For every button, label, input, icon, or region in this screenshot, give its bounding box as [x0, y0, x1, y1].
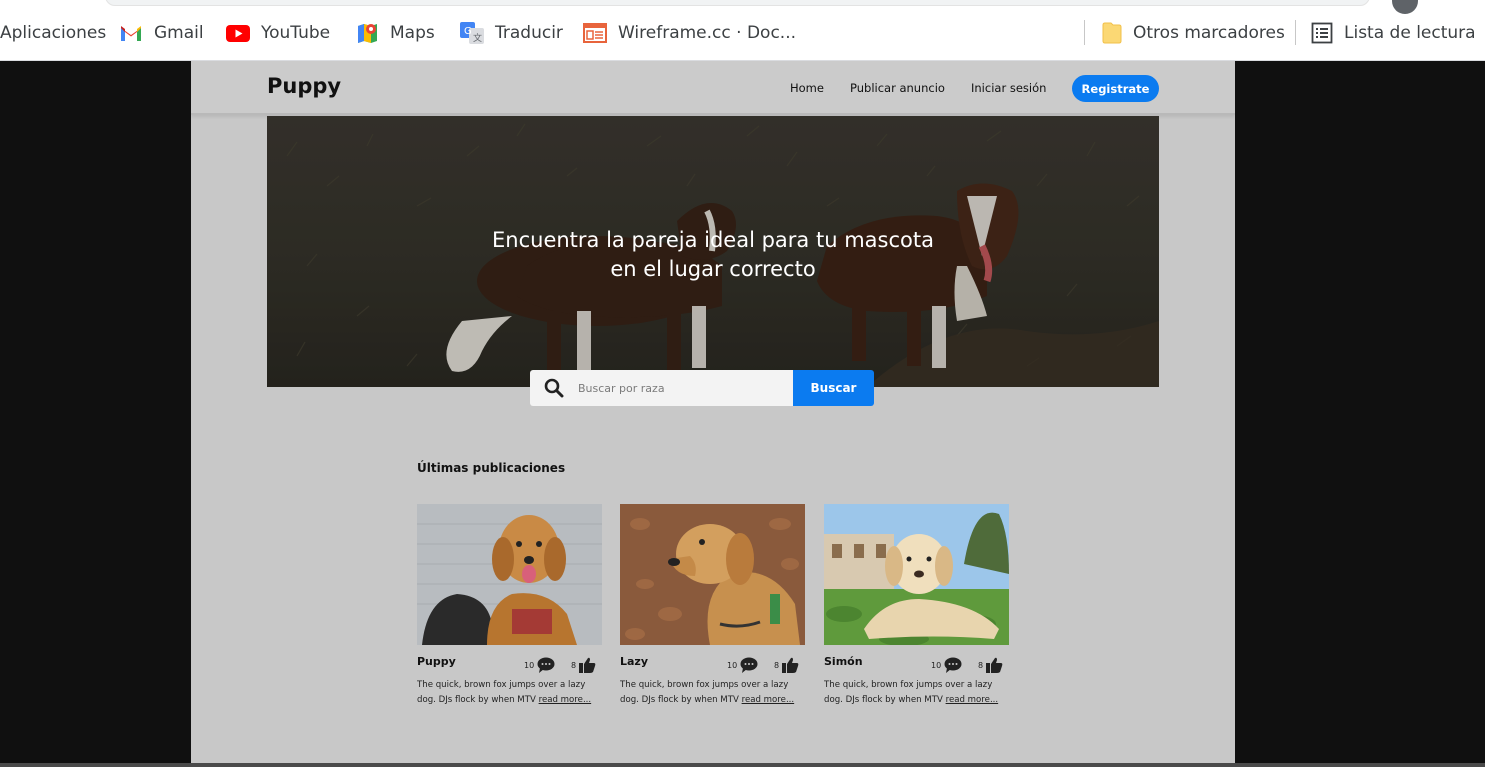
post-card[interactable]: Simón 10 8 The quick, brown fox jumps ov…: [824, 504, 1009, 708]
bookmarks-separator: [1295, 20, 1296, 45]
post-card[interactable]: Lazy 10 8 The quick, brown fox jumps ove…: [620, 504, 805, 708]
likes-count[interactable]: 8: [571, 657, 596, 673]
bookmark-label: Lista de lectura: [1344, 23, 1476, 43]
bookmark-reading-list[interactable]: Lista de lectura: [1311, 20, 1476, 46]
post-card-description-line1: The quick, brown fox jumps over a lazy: [824, 680, 993, 690]
post-card[interactable]: Puppy 10 8 The quick, brown fox jumps ov…: [417, 504, 602, 708]
post-card-description-line1: The quick, brown fox jumps over a lazy: [417, 680, 586, 690]
reading-list-icon: [1311, 22, 1333, 44]
comments-count[interactable]: 10: [727, 657, 758, 673]
bookmark-label: Wireframe.cc · Doc...: [618, 23, 797, 43]
bookmark-label: Gmail: [154, 23, 204, 43]
read-more-link[interactable]: read more...: [742, 695, 795, 705]
post-card-description-line2: dog. DJs flock by when MTV: [417, 695, 536, 705]
likes-count[interactable]: 8: [774, 657, 799, 673]
bookmark-label: Otros marcadores: [1133, 23, 1285, 43]
comments-count[interactable]: 10: [931, 657, 962, 673]
hero-banner: Encuentra la pareja ideal para tu mascot…: [267, 116, 1159, 387]
post-card-image[interactable]: [824, 504, 1009, 645]
translate-icon: G 文: [460, 22, 484, 44]
nav-login-link[interactable]: Iniciar sesión: [971, 81, 1046, 95]
bookmark-maps[interactable]: Maps: [356, 20, 435, 46]
svg-text:G: G: [464, 26, 472, 37]
maps-icon: [358, 23, 377, 43]
comments-count-value: 10: [727, 660, 738, 670]
bookmark-apps[interactable]: Aplicaciones: [0, 20, 106, 46]
breed-search-input[interactable]: [578, 381, 778, 395]
hero-heading: Encuentra la pareja ideal para tu mascot…: [267, 226, 1159, 284]
comments-count-value: 10: [524, 660, 535, 670]
bookmarks-separator: [1084, 20, 1085, 45]
search-icon: [530, 378, 578, 398]
post-card-name: Puppy: [417, 655, 456, 668]
likes-count-value: 8: [774, 660, 780, 670]
folder-icon: [1102, 22, 1122, 44]
taskbar-edge: [0, 763, 1485, 767]
site-logo[interactable]: Puppy: [267, 74, 341, 98]
nav-publish-link[interactable]: Publicar anuncio: [850, 81, 945, 95]
bookmark-label: YouTube: [261, 23, 331, 43]
likes-count[interactable]: 8: [978, 657, 1003, 673]
post-card-description-line2: dog. DJs flock by when MTV: [620, 695, 739, 705]
search-field-container[interactable]: [530, 370, 793, 406]
bookmark-label: Traducir: [495, 23, 563, 43]
svg-text:文: 文: [473, 32, 482, 44]
post-card-description-line1: The quick, brown fox jumps over a lazy: [620, 680, 789, 690]
bookmark-gmail[interactable]: Gmail: [119, 20, 204, 46]
read-more-link[interactable]: read more...: [946, 695, 999, 705]
bookmark-label: Aplicaciones: [0, 23, 107, 43]
comment-icon: [740, 657, 758, 673]
register-button[interactable]: Registrate: [1072, 75, 1159, 102]
hero-heading-line2: en el lugar correcto: [610, 257, 816, 281]
youtube-icon: [226, 24, 250, 42]
post-card-description: The quick, brown fox jumps over a lazy d…: [620, 678, 805, 708]
bookmark-label: Maps: [390, 23, 435, 43]
likes-count-value: 8: [978, 660, 984, 670]
comments-count-value: 10: [931, 660, 942, 670]
read-more-link[interactable]: read more...: [539, 695, 592, 705]
post-card-image[interactable]: [620, 504, 805, 645]
wireframe-icon: [583, 23, 607, 43]
bookmark-other[interactable]: Otros marcadores: [1102, 20, 1285, 46]
gmail-icon: [121, 26, 141, 41]
site-header: Puppy Home Publicar anuncio Iniciar sesi…: [191, 61, 1235, 115]
bookmark-translate[interactable]: G 文 Traducir: [460, 20, 563, 46]
comments-count[interactable]: 10: [524, 657, 555, 673]
hero-heading-line1: Encuentra la pareja ideal para tu mascot…: [492, 228, 934, 252]
search-button[interactable]: Buscar: [793, 370, 874, 406]
website-viewport: Puppy Home Publicar anuncio Iniciar sesi…: [191, 61, 1235, 763]
comment-icon: [944, 657, 962, 673]
likes-count-value: 8: [571, 660, 577, 670]
thumbs-up-icon: [986, 657, 1003, 673]
nav-home-link[interactable]: Home: [790, 81, 824, 95]
comment-icon: [537, 657, 555, 673]
post-card-name: Simón: [824, 655, 863, 668]
post-card-name: Lazy: [620, 655, 649, 668]
breed-search-bar: Buscar: [530, 370, 874, 406]
latest-posts-heading: Últimas publicaciones: [417, 461, 566, 475]
profile-avatar[interactable]: [1392, 0, 1418, 14]
thumbs-up-icon: [782, 657, 799, 673]
thumbs-up-icon: [579, 657, 596, 673]
bookmark-wireframe[interactable]: Wireframe.cc · Doc...: [583, 20, 796, 46]
post-card-description: The quick, brown fox jumps over a lazy d…: [824, 678, 1009, 708]
post-card-image[interactable]: [417, 504, 602, 645]
post-card-description-line2: dog. DJs flock by when MTV: [824, 695, 943, 705]
bookmarks-bar: Aplicaciones Gmail YouTube Maps G 文 Trad…: [0, 0, 1485, 61]
address-bar[interactable]: [105, 0, 1370, 6]
bookmark-youtube[interactable]: YouTube: [226, 20, 330, 46]
post-card-description: The quick, brown fox jumps over a lazy d…: [417, 678, 602, 708]
